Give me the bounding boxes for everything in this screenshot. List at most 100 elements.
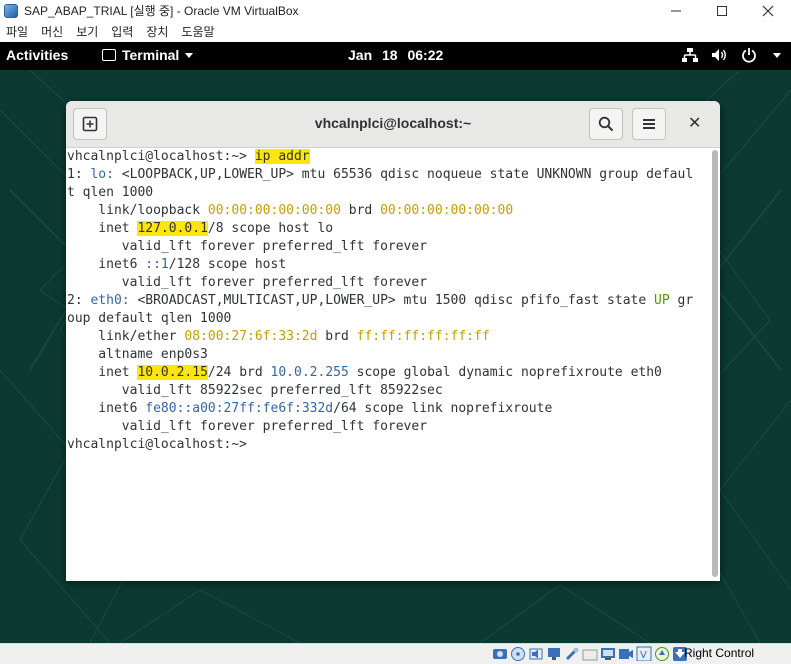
terminal-line: altname enp0s3 bbox=[67, 347, 208, 362]
terminal-app-icon bbox=[102, 49, 116, 61]
hard-disk-icon[interactable] bbox=[492, 646, 508, 661]
menu-devices[interactable]: 장치 bbox=[146, 23, 168, 40]
close-icon bbox=[762, 5, 774, 16]
minimize-button[interactable] bbox=[653, 0, 699, 21]
vbox-menubar: 파일 머신 보기 입력 장치 도움말 bbox=[0, 21, 791, 42]
line-text: inet6 bbox=[67, 401, 146, 416]
line-text: brd bbox=[317, 329, 357, 344]
menu-input[interactable]: 입력 bbox=[111, 23, 133, 40]
interface-name-eth0: eth0: bbox=[90, 293, 130, 308]
chevron-down-icon bbox=[773, 52, 781, 58]
ip-address-highlighted: 127.0.0.1 bbox=[137, 221, 208, 236]
line-text: 2: bbox=[67, 293, 91, 308]
window-title: SAP_ABAP_TRIAL [실행 중] - Oracle VM Virtua… bbox=[24, 4, 299, 18]
terminal-line: valid_lft forever preferred_lft forever bbox=[67, 239, 428, 254]
line-text: /8 scope host lo bbox=[207, 221, 334, 236]
vbox-titlebar: SAP_ABAP_TRIAL [실행 중] - Oracle VM Virtua… bbox=[0, 0, 791, 21]
mac-address: 08:00:27:6f:33:2d bbox=[184, 329, 318, 344]
mouse-integration-icon[interactable] bbox=[654, 646, 670, 661]
video-capture-icon[interactable] bbox=[618, 646, 634, 661]
broadcast-mac: 00:00:00:00:00:00 bbox=[380, 203, 514, 218]
broadcast-mac: ff:ff:ff:ff:ff:ff bbox=[356, 329, 490, 344]
mac-address: 00:00:00:00:00:00 bbox=[207, 203, 341, 218]
menu-machine[interactable]: 머신 bbox=[41, 23, 63, 40]
terminal-line: vhcalnplci@localhost:~> bbox=[67, 437, 255, 452]
gnome-top-bar: Activities Terminal Jan 18 06:22 bbox=[0, 42, 791, 70]
network-icon[interactable] bbox=[546, 646, 562, 661]
maximize-icon bbox=[717, 5, 727, 16]
ipv6-address: ::1 bbox=[145, 257, 169, 272]
ipv6-address: fe80::a00:27ff:fe6f:332d bbox=[145, 401, 334, 416]
terminal-line: inet6 fe80::a00:27ff:fe6f:332d/64 scope … bbox=[67, 400, 552, 418]
activities-button[interactable]: Activities bbox=[6, 47, 68, 63]
minimize-icon bbox=[671, 10, 681, 11]
terminal-line: 2: eth0: <BROADCAST,MULTICAST,UP,LOWER_U… bbox=[67, 292, 693, 310]
chevron-down-icon bbox=[185, 52, 194, 58]
app-menu-label: Terminal bbox=[122, 47, 180, 63]
menu-help[interactable]: 도움말 bbox=[181, 23, 214, 40]
broadcast-address: 10.0.2.255 bbox=[270, 365, 349, 380]
line-text: <LOOPBACK,UP,LOWER_UP> mtu 65536 qdisc n… bbox=[113, 167, 694, 182]
svg-text:V: V bbox=[640, 650, 647, 661]
line-text: link/loopback bbox=[67, 203, 208, 218]
window-controls bbox=[653, 0, 791, 21]
terminal-line: valid_lft 85922sec preferred_lft 85922se… bbox=[67, 383, 443, 398]
app-menu[interactable]: Terminal bbox=[102, 47, 194, 63]
status-icons: V bbox=[492, 646, 690, 661]
search-icon bbox=[598, 116, 614, 132]
network-wired-icon bbox=[682, 48, 698, 62]
menu-file[interactable]: 파일 bbox=[6, 23, 28, 40]
terminal-line: inet6 ::1/128 scope host bbox=[67, 256, 286, 274]
terminal-window: vhcalnplci@localhost:~ ✕ vhcalnplci@loca… bbox=[66, 101, 720, 581]
system-status-menu[interactable] bbox=[681, 47, 781, 63]
audio-icon[interactable] bbox=[528, 646, 544, 661]
line-text: /128 scope host bbox=[168, 257, 287, 272]
line-text: brd bbox=[340, 203, 381, 218]
line-text: inet bbox=[67, 365, 138, 380]
clock[interactable]: Jan 18 06:22 bbox=[348, 47, 443, 63]
display-icon[interactable] bbox=[600, 646, 616, 661]
interface-name-lo: lo: bbox=[90, 167, 114, 182]
line-text: scope global dynamic noprefixroute eth0 bbox=[348, 365, 662, 380]
terminal-line: vhcalnplci@localhost:~> ip addr bbox=[67, 148, 310, 166]
line-text: /64 scope link noprefixroute bbox=[333, 401, 553, 416]
maximize-button[interactable] bbox=[699, 0, 745, 21]
terminal-headerbar: vhcalnplci@localhost:~ ✕ bbox=[66, 101, 720, 148]
terminal-line: t qlen 1000 bbox=[67, 185, 154, 200]
ip-address-highlighted: 10.0.2.15 bbox=[137, 365, 208, 380]
line-text: inet bbox=[67, 221, 138, 236]
shell-prompt: vhcalnplci@localhost:~> bbox=[67, 149, 255, 164]
terminal-output[interactable]: vhcalnplci@localhost:~> ip addr 1: lo: <… bbox=[66, 148, 710, 581]
menu-view[interactable]: 보기 bbox=[76, 23, 98, 40]
terminal-line: oup default qlen 1000 bbox=[67, 311, 232, 326]
vbox-statusbar: V Right Control bbox=[0, 643, 791, 664]
terminal-line: 1: lo: <LOOPBACK,UP,LOWER_UP> mtu 65536 … bbox=[67, 166, 693, 184]
hamburger-menu-icon bbox=[643, 119, 655, 129]
terminal-line: valid_lft forever preferred_lft forever bbox=[67, 419, 428, 434]
close-button[interactable] bbox=[745, 0, 791, 21]
volume-icon bbox=[712, 49, 726, 61]
line-text: 1: bbox=[67, 167, 91, 182]
terminal-line: inet 10.0.2.15/24 brd 10.0.2.255 scope g… bbox=[67, 364, 662, 382]
power-icon bbox=[742, 48, 756, 63]
virtualbox-logo-icon bbox=[4, 3, 18, 18]
state-up: UP bbox=[654, 293, 670, 308]
terminal-scrollbar[interactable] bbox=[712, 150, 718, 577]
terminal-line: inet 127.0.0.1/8 scope host lo bbox=[67, 220, 333, 238]
optical-drive-icon[interactable] bbox=[510, 646, 526, 661]
typed-command: ip addr bbox=[254, 149, 310, 164]
line-text: <BROADCAST,MULTICAST,UP,LOWER_UP> mtu 15… bbox=[129, 293, 655, 308]
line-text: /24 brd bbox=[207, 365, 271, 380]
host-key-label: Right Control bbox=[684, 646, 755, 660]
search-button[interactable] bbox=[589, 108, 623, 140]
virtualization-icon[interactable]: V bbox=[636, 646, 652, 661]
terminal-line: link/loopback 00:00:00:00:00:00 brd 00:0… bbox=[67, 202, 513, 220]
usb-icon[interactable] bbox=[564, 646, 580, 661]
line-text: gr bbox=[669, 293, 694, 308]
terminal-line: link/ether 08:00:27:6f:33:2d brd ff:ff:f… bbox=[67, 328, 490, 346]
menu-button[interactable] bbox=[632, 108, 666, 140]
line-text: inet6 bbox=[67, 257, 146, 272]
terminal-line: valid_lft forever preferred_lft forever bbox=[67, 275, 428, 290]
terminal-close-button[interactable]: ✕ bbox=[688, 113, 701, 132]
shared-folder-icon[interactable] bbox=[582, 646, 598, 661]
